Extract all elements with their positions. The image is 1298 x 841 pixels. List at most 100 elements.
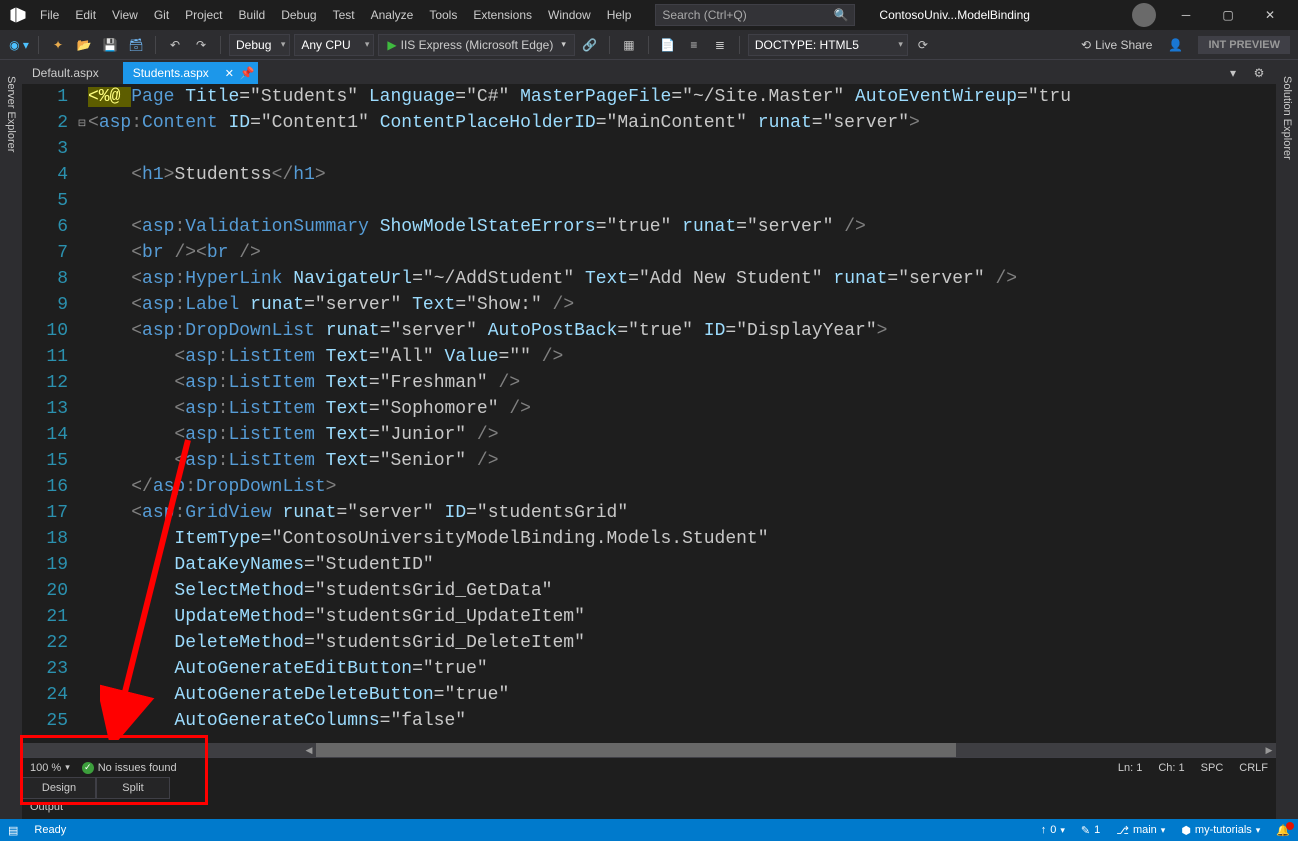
code-line[interactable]: </asp:DropDownList> [88,474,1276,500]
fold-toggle[interactable] [76,190,88,216]
fold-toggle[interactable] [76,398,88,424]
liveshare-button[interactable]: ⟲ Live Share [1073,38,1160,52]
code-line[interactable]: <asp:Label runat="server" Text="Show:" /… [88,292,1276,318]
nav-back-button[interactable]: ◉ ▾ [8,34,30,56]
notifications-button[interactable]: 🔔 [1276,824,1290,837]
code-line[interactable] [88,188,1276,214]
fold-toggle[interactable] [76,86,88,112]
branch-indicator[interactable]: ⎇main▾ [1116,824,1165,837]
tab-settings-icon[interactable]: ⚙ [1248,62,1270,84]
tool-btn-1[interactable]: ▦ [618,34,640,56]
close-button[interactable]: ✕ [1250,0,1290,30]
undo-button[interactable]: ↶ [164,34,186,56]
menu-tools[interactable]: Tools [421,4,465,26]
menu-edit[interactable]: Edit [67,4,104,26]
menu-git[interactable]: Git [146,4,177,26]
tool-btn-3[interactable]: ≡ [683,34,705,56]
tool-btn-4[interactable]: ≣ [709,34,731,56]
new-item-button[interactable]: ✦ [47,34,69,56]
menu-view[interactable]: View [104,4,146,26]
fold-toggle[interactable] [76,684,88,710]
fold-toggle[interactable] [76,294,88,320]
fold-gutter[interactable]: ⊟ [76,84,88,743]
scroll-right-icon[interactable]: ▶ [1262,743,1276,757]
fold-toggle[interactable] [76,658,88,684]
code-line[interactable]: <asp:ListItem Text="Freshman" /> [88,370,1276,396]
code-line[interactable]: AutoGenerateDeleteButton="true" [88,682,1276,708]
menu-build[interactable]: Build [231,4,274,26]
code-line[interactable]: <br /><br /> [88,240,1276,266]
code-line[interactable]: AutoGenerateEditButton="true" [88,656,1276,682]
code-line[interactable]: <asp:ListItem Text="Junior" /> [88,422,1276,448]
code-line[interactable]: <%@ Page Title="Students" Language="C#" … [88,84,1276,110]
user-avatar[interactable] [1132,3,1156,27]
code-line[interactable]: <asp:HyperLink NavigateUrl="~/AddStudent… [88,266,1276,292]
maximize-button[interactable]: ▢ [1208,0,1248,30]
tab-students-aspx[interactable]: Students.aspx📌✕ [123,62,258,84]
fold-toggle[interactable] [76,424,88,450]
fold-toggle[interactable] [76,554,88,580]
code-line[interactable]: <asp:GridView runat="server" ID="student… [88,500,1276,526]
fold-toggle[interactable] [76,372,88,398]
repo-indicator[interactable]: ⬢my-tutorials▾ [1181,824,1260,837]
menu-analyze[interactable]: Analyze [363,4,422,26]
code-line[interactable]: <asp:ListItem Text="Sophomore" /> [88,396,1276,422]
fold-toggle[interactable] [76,138,88,164]
code-line[interactable]: AutoGenerateColumns="false" [88,708,1276,734]
code-editor[interactable]: 1234567891011121314151617181920212223242… [22,84,1276,743]
code-line[interactable]: DeleteMethod="studentsGrid_DeleteItem" [88,630,1276,656]
code-line[interactable]: ItemType="ContosoUniversityModelBinding.… [88,526,1276,552]
tool-btn-2[interactable]: 📄 [657,34,679,56]
zoom-combo[interactable]: 100 % ▾ [30,762,70,774]
code-line[interactable] [88,136,1276,162]
view-tab-split[interactable]: Split [96,777,170,799]
menu-file[interactable]: File [32,4,67,26]
doctype-combo[interactable]: DOCTYPE: HTML5 [748,34,908,56]
search-box[interactable]: Search (Ctrl+Q) 🔍 [655,4,855,26]
configuration-combo[interactable]: Debug [229,34,290,56]
code-line[interactable]: <asp:Content ID="Content1" ContentPlaceH… [88,110,1276,136]
menu-debug[interactable]: Debug [273,4,324,26]
open-button[interactable]: 📂 [73,34,95,56]
fold-toggle[interactable] [76,710,88,736]
pending-edits[interactable]: ✎1 [1081,824,1100,837]
code-line[interactable]: <asp:ValidationSummary ShowModelStateErr… [88,214,1276,240]
fold-toggle[interactable] [76,346,88,372]
sidebar-solution-explorer[interactable]: Solution Explorer [1276,68,1298,819]
feedback-button[interactable]: 👤 [1164,34,1186,56]
browser-link-button[interactable]: 🔗 [579,34,601,56]
fold-toggle[interactable] [76,164,88,190]
fold-toggle[interactable] [76,632,88,658]
fold-toggle[interactable] [76,580,88,606]
save-all-button[interactable]: 🗃 [125,34,147,56]
code-line[interactable]: SelectMethod="studentsGrid_GetData" [88,578,1276,604]
code-line[interactable]: <asp:DropDownList runat="server" AutoPos… [88,318,1276,344]
output-icon[interactable]: ▤ [8,824,18,837]
fold-toggle[interactable] [76,450,88,476]
menu-window[interactable]: Window [540,4,599,26]
redo-button[interactable]: ↷ [190,34,212,56]
fold-toggle[interactable] [76,268,88,294]
platform-combo[interactable]: Any CPU [294,34,374,56]
sidebar-server-explorer[interactable]: Server Explorer [0,68,20,819]
tab-default-aspx[interactable]: Default.aspx [22,62,123,84]
code-line[interactable]: <asp:ListItem Text="Senior" /> [88,448,1276,474]
code-line[interactable]: <h1>Studentss</h1> [88,162,1276,188]
view-tab-design[interactable]: Design [22,777,96,799]
menu-test[interactable]: Test [325,4,363,26]
code-line[interactable]: DataKeyNames="StudentID" [88,552,1276,578]
pin-icon[interactable]: 📌 [240,66,254,80]
fold-toggle[interactable] [76,216,88,242]
fold-toggle[interactable] [76,320,88,346]
sync-status[interactable]: ↑0▾ [1041,824,1065,836]
fold-toggle[interactable] [76,502,88,528]
scroll-left-icon[interactable]: ◀ [302,743,316,757]
code-content[interactable]: <%@ Page Title="Students" Language="C#" … [88,84,1276,743]
minimize-button[interactable]: ─ [1166,0,1206,30]
horizontal-scrollbar[interactable]: ◀ ▶ [22,743,1276,757]
tool-btn-5[interactable]: ⟳ [912,34,934,56]
fold-toggle[interactable] [76,528,88,554]
fold-toggle[interactable] [76,476,88,502]
fold-toggle[interactable]: ⊟ [76,112,88,138]
save-button[interactable]: 💾 [99,34,121,56]
